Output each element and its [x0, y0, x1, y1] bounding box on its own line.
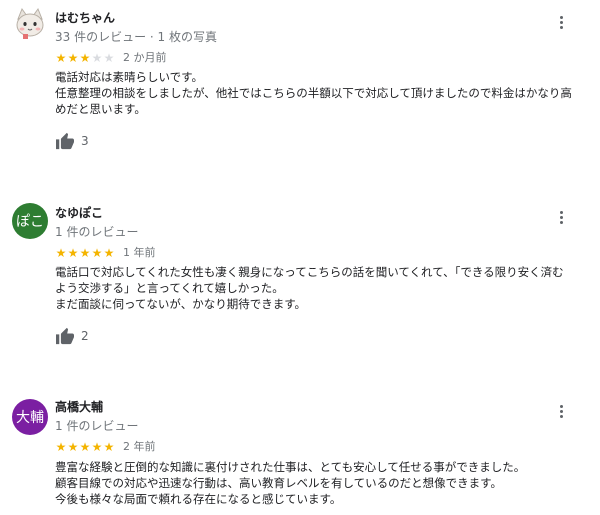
review-card: 大輔 高橋大輔 1 件のレビュー ★ ★ ★ ★ ★ 2 年前 豊富な経験と圧倒的な知識…	[0, 393, 600, 515]
thumb-up-icon	[56, 327, 74, 345]
star-filled-icon: ★	[67, 440, 79, 454]
star-empty-icon: ★	[91, 51, 103, 65]
review-line: 任意整理の相談をしましたが、他社ではこちらの半額以下で対応して頂けましたので料金…	[55, 86, 572, 100]
star-filled-icon: ★	[79, 440, 91, 454]
star-rating: ★ ★ ★ ★ ★	[55, 247, 115, 259]
avatar[interactable]: ぽこ	[12, 203, 48, 239]
star-empty-icon: ★	[103, 51, 115, 65]
review-card: ぽこ なゆぽこ 1 件のレビュー ★ ★ ★ ★ ★ 1 年前 電話口で対応してくれた女…	[0, 195, 600, 370]
cat-avatar-icon	[12, 5, 48, 41]
review-time: 2 年前	[123, 440, 156, 453]
star-filled-icon: ★	[103, 246, 115, 260]
review-line: まだ面談に伺ってないが、かなり期待できます。	[55, 297, 307, 311]
reviewer-name[interactable]: はむちゃん	[55, 9, 115, 26]
reviewer-meta[interactable]: 33 件のレビュー · 1 枚の写真	[55, 28, 217, 45]
star-filled-icon: ★	[55, 246, 67, 260]
like-count: 3	[81, 134, 89, 148]
reviewer-name[interactable]: なゆぽこ	[55, 204, 103, 221]
review-line: 豊富な経験と圧倒的な知識に裏付けされた仕事は、とても安心して任せる事ができました…	[55, 460, 526, 474]
more-vert-icon[interactable]	[552, 402, 570, 420]
avatar[interactable]	[12, 5, 48, 41]
star-filled-icon: ★	[67, 51, 79, 65]
star-filled-icon: ★	[79, 51, 91, 65]
like-button[interactable]: 2	[55, 327, 89, 345]
star-filled-icon: ★	[91, 440, 103, 454]
star-filled-icon: ★	[79, 246, 91, 260]
reviewer-meta[interactable]: 1 件のレビュー	[55, 223, 138, 240]
review-line: 電話口で対応してくれた女性も凄く親身になってこちらの話を聞いてくれて、「できる限…	[55, 265, 564, 279]
more-vert-icon[interactable]	[552, 13, 570, 31]
star-filled-icon: ★	[67, 246, 79, 260]
review-card: はむちゃん 33 件のレビュー · 1 枚の写真 ★ ★ ★ ★ ★ 2 か月前 電話対…	[0, 0, 600, 175]
avatar-initials: 大輔	[16, 410, 44, 426]
review-line: 今後も様々な局面で頼れる存在になると感じています。	[55, 492, 342, 506]
review-text: 電話対応は素晴らしいです。 任意整理の相談をしましたが、他社ではこちらの半額以下…	[55, 69, 595, 117]
star-rating: ★ ★ ★ ★ ★	[55, 52, 115, 64]
reviewer-meta[interactable]: 1 件のレビュー	[55, 417, 138, 434]
review-text: 電話口で対応してくれた女性も凄く親身になってこちらの話を聞いてくれて、「できる限…	[55, 264, 595, 312]
star-filled-icon: ★	[91, 246, 103, 260]
review-line: 電話対応は素晴らしいです。	[55, 70, 204, 84]
review-text: 豊富な経験と圧倒的な知識に裏付けされた仕事は、とても安心して任せる事ができました…	[55, 459, 595, 507]
review-line: めだと思います。	[55, 102, 146, 116]
star-filled-icon: ★	[55, 51, 67, 65]
like-count: 2	[81, 329, 89, 343]
star-rating: ★ ★ ★ ★ ★	[55, 441, 115, 453]
reviewer-name[interactable]: 高橋大輔	[55, 398, 103, 415]
review-time: 2 か月前	[123, 51, 167, 64]
avatar[interactable]: 大輔	[12, 399, 48, 435]
like-button[interactable]: 3	[55, 132, 89, 150]
review-time: 1 年前	[123, 246, 156, 259]
review-line: よう交渉する」と言ってくれて嬉しかった。	[55, 281, 284, 295]
star-filled-icon: ★	[103, 440, 115, 454]
thumb-up-icon	[56, 132, 74, 150]
more-vert-icon[interactable]	[552, 208, 570, 226]
star-filled-icon: ★	[55, 440, 67, 454]
avatar-initials: ぽこ	[16, 214, 44, 230]
review-line: 顧客目線での対応や迅速な行動は、高い教育レベルを有しているのだと想像できます。	[55, 476, 503, 490]
